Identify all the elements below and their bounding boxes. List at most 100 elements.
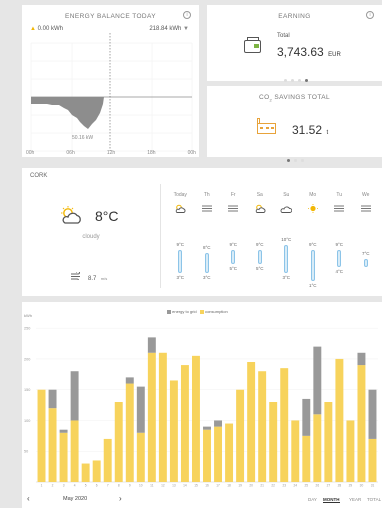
consumption-bar[interactable] <box>136 432 145 482</box>
prev-month-button[interactable]: ‹ <box>27 494 30 503</box>
consumption-bar[interactable] <box>346 420 355 482</box>
consumption-bar[interactable] <box>324 402 333 482</box>
consumption-bar[interactable] <box>214 426 223 482</box>
weather-temp: 8°C <box>95 208 119 224</box>
grid-bar[interactable] <box>214 420 223 427</box>
x-tick: 18h <box>147 150 156 156</box>
grid-bar[interactable] <box>70 371 79 421</box>
consumption-bar[interactable] <box>236 389 245 482</box>
month-label: May 2020 <box>63 496 88 502</box>
forecast-min-temp: 3°C <box>176 274 185 280</box>
energy-balance-card: ENERGY BALANCE TODAY i ▲ 0.00 kWh 218.84… <box>22 5 199 157</box>
consumption-bar[interactable] <box>125 383 134 482</box>
tab-total[interactable]: TOTAL <box>367 497 381 502</box>
consumption-bar[interactable] <box>70 420 79 482</box>
next-month-button[interactable]: › <box>119 494 122 503</box>
consumption-bar[interactable] <box>37 389 46 482</box>
grid-bar[interactable] <box>203 426 211 430</box>
forecast-day-name: Mo <box>309 192 317 198</box>
forecast-day: Su 10°C 3°C <box>273 192 300 292</box>
consumption-bar[interactable] <box>269 402 278 482</box>
grid-bar[interactable] <box>48 389 57 409</box>
y-tick-label: 100 <box>24 419 30 423</box>
x-tick: 06h <box>66 150 75 156</box>
consumption-bar[interactable] <box>247 362 256 482</box>
x-tick-label: 29 <box>349 484 353 488</box>
grid-bar[interactable] <box>136 386 145 433</box>
forecast-day-name: Fr <box>230 192 236 198</box>
monthly-chart-card: energy to grid consumption kWh 250 200 150 1… <box>22 302 382 508</box>
earning-value: 3,743.63 <box>277 45 324 59</box>
tab-day[interactable]: DAY <box>308 497 317 502</box>
earning-unit: EUR <box>328 52 341 58</box>
x-tick-label: 10 <box>139 484 143 488</box>
forecast-min-temp: 1°C <box>308 283 317 289</box>
forecast-temp-bar <box>204 253 209 273</box>
consumption-bar[interactable] <box>291 420 300 482</box>
tab-month[interactable]: MONTH <box>323 497 340 503</box>
cloud-icon <box>273 200 300 213</box>
consumption-bar[interactable] <box>169 380 178 482</box>
grid-bar[interactable] <box>368 389 377 439</box>
x-tick-label: 25 <box>305 484 309 488</box>
earning-pager[interactable] <box>282 69 310 87</box>
forecast-min-temp: 3°C <box>202 274 211 280</box>
co2-savings-card: CO2 SAVINGS TOTAL 31.52 t <box>207 86 382 162</box>
consumption-bar[interactable] <box>158 352 167 482</box>
consumption-bar[interactable] <box>335 358 344 482</box>
x-tick-label: 5 <box>85 484 87 488</box>
consumption-bar[interactable] <box>302 435 311 482</box>
earning-card: EARNING i Total 3,743.63 EUR <box>207 5 382 82</box>
consumption-bar[interactable] <box>103 438 112 482</box>
x-tick-label: 8 <box>118 484 120 488</box>
consumption-bar[interactable] <box>180 365 189 482</box>
x-tick-label: 11 <box>150 484 154 488</box>
consumption-bar[interactable] <box>280 368 289 482</box>
energy-min-label: 50.16 kW <box>72 135 94 141</box>
x-tick-label: 18 <box>227 484 231 488</box>
consumption-bar[interactable] <box>81 463 90 482</box>
x-tick-label: 19 <box>238 484 242 488</box>
consumption-bar[interactable] <box>368 438 377 482</box>
consumption-bar[interactable] <box>59 432 68 482</box>
consumption-bar[interactable] <box>114 402 123 482</box>
forecast-temp-bar <box>310 250 315 282</box>
tab-year[interactable]: YEAR <box>349 497 361 502</box>
consumption-bar[interactable] <box>258 371 267 482</box>
x-tick: 00h <box>187 150 196 156</box>
y-axis-label: kWh <box>24 313 32 318</box>
co2-pager[interactable] <box>285 149 306 167</box>
consumption-bar[interactable] <box>225 423 234 482</box>
y-tick-label: 250 <box>24 327 30 331</box>
info-icon[interactable]: i <box>366 11 374 19</box>
grid-bar[interactable] <box>313 346 322 415</box>
x-tick-label: 6 <box>96 484 98 488</box>
sun-icon <box>300 200 327 213</box>
grid-bar[interactable] <box>125 377 134 384</box>
consumption-bar[interactable] <box>147 352 156 482</box>
x-tick-label: 20 <box>249 484 253 488</box>
earning-value-row: 3,743.63 EUR <box>277 43 341 61</box>
grid-bar[interactable] <box>302 398 311 436</box>
consumption-bar[interactable] <box>313 414 322 482</box>
earning-title: EARNING <box>278 13 311 20</box>
forecast-temp-bar <box>284 244 289 273</box>
forecast-min-temp: 5°C <box>229 266 238 272</box>
x-tick-label: 9 <box>129 484 131 488</box>
x-tick-label: 16 <box>205 484 209 488</box>
consumption-bar[interactable] <box>191 355 200 482</box>
grid-bar[interactable] <box>59 429 68 433</box>
consumption-bar[interactable] <box>203 429 211 482</box>
forecast-day-name: Tu <box>336 192 343 198</box>
x-tick-label: 13 <box>172 484 176 488</box>
energy-x-axis: 00h 06h 12h 18h 00h <box>26 150 196 156</box>
consumption-bar[interactable] <box>48 408 57 482</box>
consumption-bar[interactable] <box>357 365 366 482</box>
energy-area-chart <box>30 33 193 152</box>
forecast-max-temp: 10°C <box>281 236 292 242</box>
grid-bar[interactable] <box>357 352 366 366</box>
x-tick-label: 26 <box>316 484 320 488</box>
x-tick-label: 3 <box>63 484 65 488</box>
consumption-bar[interactable] <box>92 460 101 482</box>
grid-bar[interactable] <box>147 337 156 353</box>
